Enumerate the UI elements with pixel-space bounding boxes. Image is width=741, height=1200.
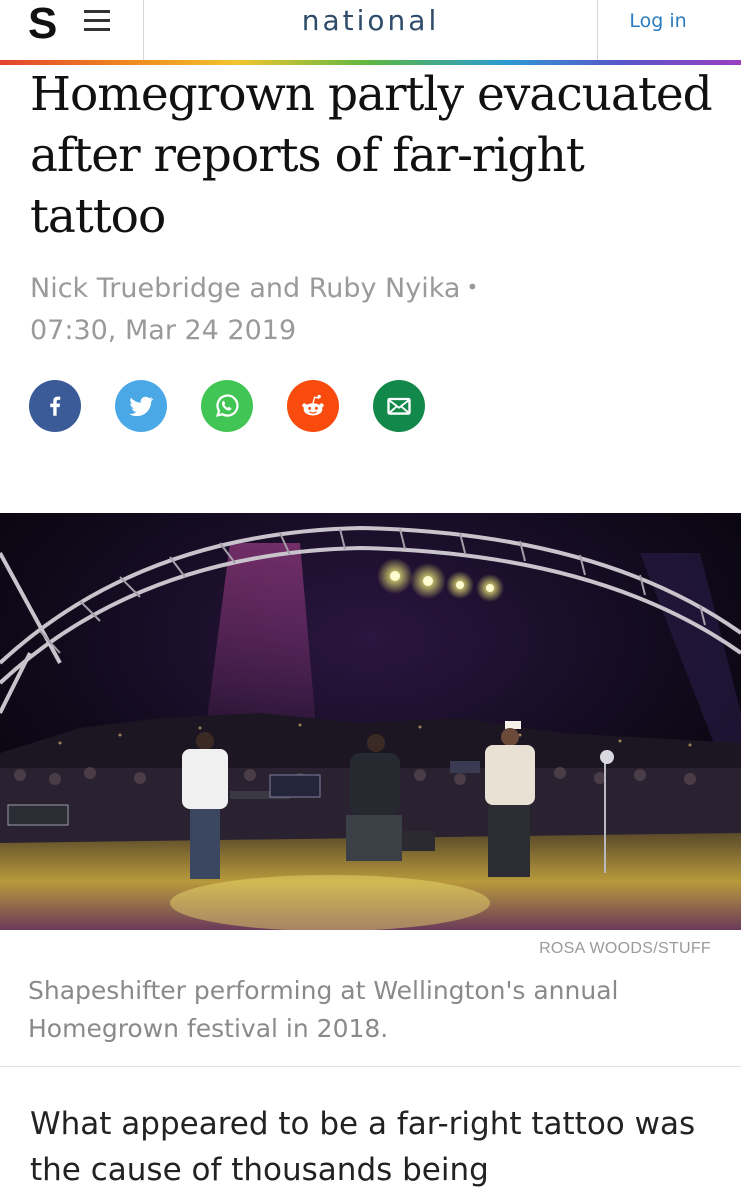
- share-whatsapp-button[interactable]: [201, 380, 253, 432]
- section-divider: [0, 1066, 741, 1067]
- email-icon: [387, 397, 411, 415]
- photo-caption: Shapeshifter performing at Wellington's …: [28, 976, 619, 1043]
- share-reddit-button[interactable]: [287, 380, 339, 432]
- reddit-icon: [302, 394, 324, 416]
- author-names[interactable]: Nick Truebridge and Ruby Nyika: [30, 273, 460, 304]
- facebook-icon: [50, 396, 61, 416]
- article-body-paragraph: What appeared to be a far-right tattoo w…: [30, 1106, 696, 1188]
- article-photo[interactable]: [0, 513, 741, 930]
- concert-stage-image: [0, 513, 741, 930]
- share-facebook-button[interactable]: [29, 380, 81, 432]
- site-logo[interactable]: S: [28, 2, 57, 46]
- section-title[interactable]: national: [144, 4, 597, 37]
- whatsapp-icon: [215, 394, 239, 417]
- byline: Nick Truebridge and Ruby Nyika • 07:30, M…: [30, 266, 720, 352]
- share-email-button[interactable]: [373, 380, 425, 432]
- photo-credit: ROSA WOODS/STUFF: [539, 940, 711, 957]
- publish-timestamp: 07:30, Mar 24 2019: [30, 315, 297, 346]
- menu-icon[interactable]: [84, 10, 112, 34]
- site-header: S national Log in: [0, 0, 741, 60]
- share-bar: [29, 380, 425, 432]
- byline-separator: •: [466, 275, 479, 299]
- share-twitter-button[interactable]: [115, 380, 167, 432]
- login-link[interactable]: Log in: [598, 10, 718, 32]
- twitter-icon: [129, 396, 154, 417]
- article-headline: Homegrown partly evacuated after reports…: [30, 67, 713, 244]
